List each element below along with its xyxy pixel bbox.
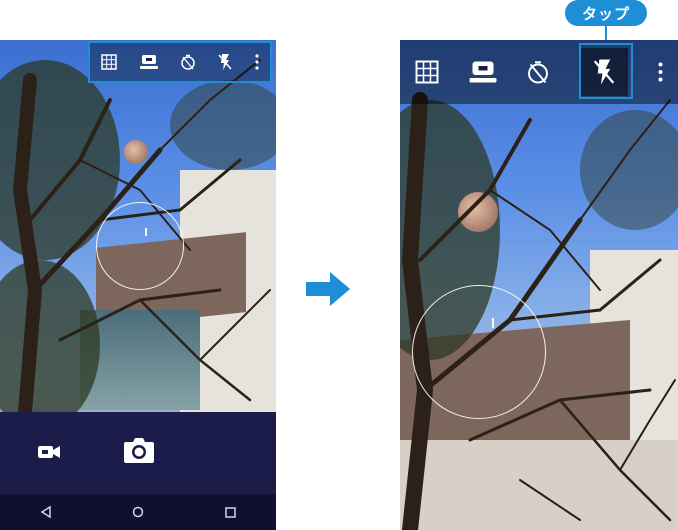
- focus-ring: [96, 202, 184, 290]
- arrow-right-icon: [306, 272, 350, 306]
- scene-mode-icon[interactable]: [469, 60, 497, 84]
- camera-toolbar: [400, 40, 678, 104]
- focus-ring: [412, 285, 546, 419]
- focus-tick: [145, 228, 147, 236]
- right-phone-screen: [400, 40, 678, 530]
- more-vert-icon[interactable]: [255, 54, 259, 70]
- flash-off-icon[interactable]: [218, 53, 232, 71]
- timer-icon[interactable]: [526, 60, 550, 84]
- more-vert-icon[interactable]: [658, 61, 663, 83]
- recents-icon[interactable]: [225, 506, 236, 518]
- video-camera-icon[interactable]: [38, 444, 60, 460]
- shutter-camera-icon[interactable]: [123, 436, 155, 464]
- grid-icon[interactable]: [101, 54, 117, 70]
- grid-icon[interactable]: [415, 60, 439, 84]
- tap-callout: タップ: [565, 0, 647, 26]
- tree-branches: [401, 92, 676, 530]
- flash-icon-highlight: [579, 43, 633, 99]
- camera-viewfinder[interactable]: [400, 40, 678, 530]
- left-phone-screen: [0, 40, 276, 530]
- camera-toolbar-highlight: [88, 41, 272, 83]
- focus-tick: [492, 318, 494, 328]
- scene-mode-icon[interactable]: [139, 54, 158, 70]
- home-icon[interactable]: [132, 506, 144, 518]
- system-nav-bar: [0, 494, 276, 530]
- back-icon[interactable]: [40, 506, 52, 518]
- timer-icon[interactable]: [180, 54, 196, 70]
